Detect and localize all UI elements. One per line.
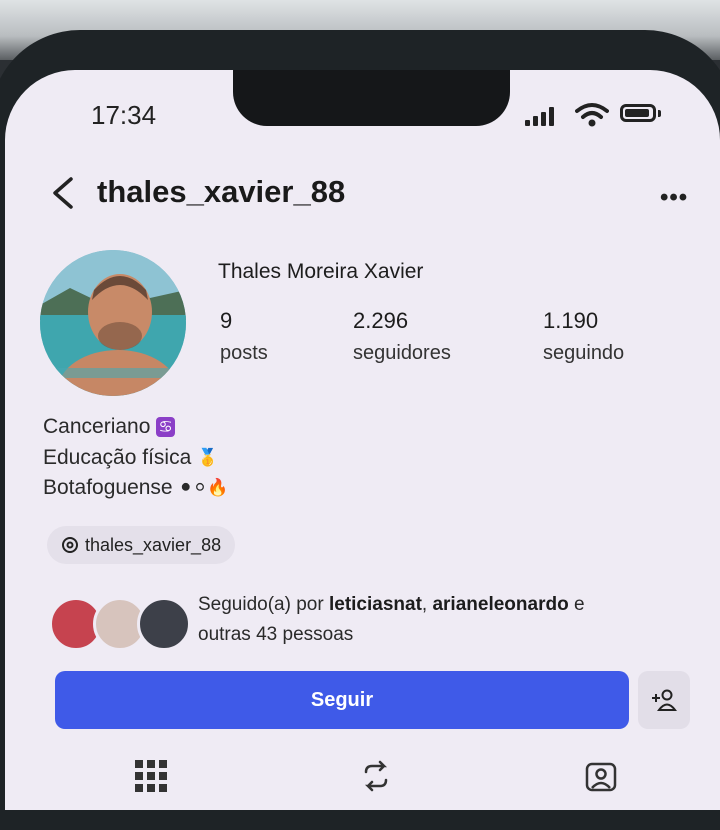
camera-notch bbox=[233, 70, 510, 126]
followed-by-others: outras 43 pessoas bbox=[198, 624, 354, 645]
battery-tip bbox=[658, 110, 661, 117]
reels-repost-icon[interactable] bbox=[360, 760, 392, 792]
stat-followers-label: seguidores bbox=[353, 342, 451, 364]
black-white-fire-icons: ⚫⚪🔥 bbox=[178, 478, 229, 497]
stat-posts-label: posts bbox=[220, 342, 268, 364]
follower-username[interactable]: leticiasnat bbox=[329, 594, 422, 615]
stat-following-value: 1.190 bbox=[543, 308, 599, 333]
followed-by-suffix: e bbox=[568, 594, 585, 615]
bio-line: Educação física 🥇 bbox=[43, 446, 218, 470]
avatar bbox=[137, 597, 191, 651]
status-time: 17:34 bbox=[91, 100, 157, 130]
stat-followers-value: 2.296 bbox=[353, 308, 409, 333]
profile-avatar[interactable] bbox=[40, 250, 186, 396]
threads-handle: thales_xavier_88 bbox=[85, 534, 222, 555]
profile-username: thales_xavier_88 bbox=[97, 174, 346, 209]
separator: , bbox=[421, 594, 433, 615]
cellular-signal-icon bbox=[525, 106, 554, 126]
stat-followers[interactable]: 2.296 seguidores bbox=[353, 308, 451, 365]
mutual-followers-avatars[interactable] bbox=[49, 597, 191, 653]
stat-following-label: seguindo bbox=[543, 342, 625, 364]
bio-text: Educação física bbox=[43, 446, 192, 469]
follow-button[interactable]: Seguir bbox=[55, 671, 629, 729]
stat-posts-value: 9 bbox=[220, 308, 233, 333]
bio-line: Canceriano ♋ bbox=[43, 415, 175, 439]
followed-by-prefix: Seguido(a) por bbox=[198, 594, 329, 615]
followed-by-text[interactable]: Seguido(a) por leticiasnat, arianeleonar… bbox=[198, 590, 678, 650]
follower-username[interactable]: arianeleonardo bbox=[432, 594, 568, 615]
bio-line: Botafoguense ⚫⚪🔥 bbox=[43, 476, 228, 500]
bio-text: Botafoguense bbox=[43, 476, 173, 499]
back-chevron-icon[interactable] bbox=[45, 173, 85, 213]
add-person-icon bbox=[652, 689, 677, 711]
cancer-sign-icon: ♋ bbox=[156, 417, 175, 437]
bio-text: Canceriano bbox=[43, 415, 151, 438]
grid-icon[interactable] bbox=[135, 760, 167, 792]
stat-posts[interactable]: 9 posts bbox=[220, 308, 268, 365]
more-options-icon[interactable]: ••• bbox=[660, 184, 688, 212]
tagged-icon[interactable] bbox=[585, 760, 617, 792]
stat-following[interactable]: 1.190 seguindo bbox=[543, 308, 624, 365]
suggested-accounts-button[interactable] bbox=[638, 671, 690, 729]
phone-screen: 17:34 thales_xavier_88 ••• Thales Moreir… bbox=[5, 70, 720, 810]
threads-icon bbox=[62, 537, 78, 553]
threads-link[interactable]: thales_xavier_88 bbox=[47, 526, 236, 564]
profile-full-name: Thales Moreira Xavier bbox=[218, 260, 424, 283]
medal-icon: 🥇 bbox=[197, 448, 219, 467]
wifi-icon bbox=[575, 103, 609, 127]
battery-icon bbox=[620, 104, 656, 122]
